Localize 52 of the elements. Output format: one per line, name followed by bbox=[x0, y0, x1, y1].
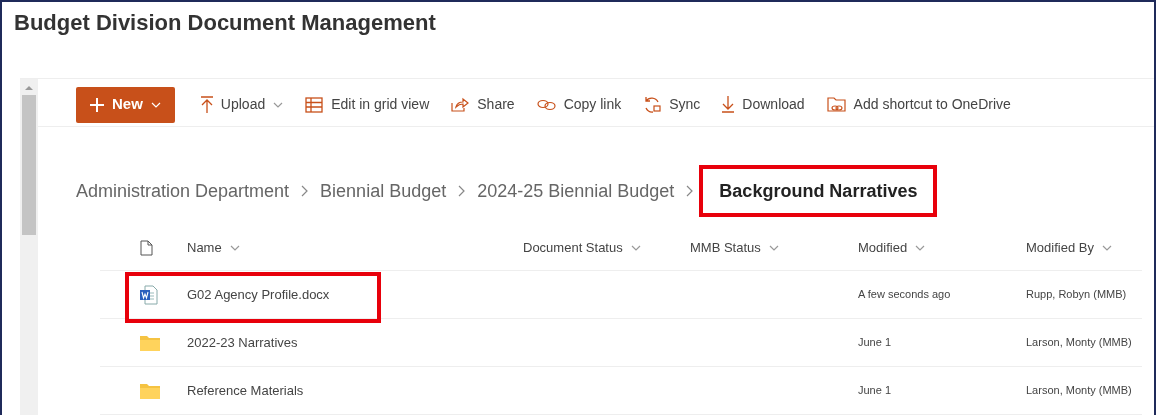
file-type-icon bbox=[140, 239, 153, 256]
breadcrumb-link[interactable]: Biennial Budget bbox=[320, 177, 447, 205]
folder-link-icon bbox=[826, 96, 846, 113]
scrollbar[interactable] bbox=[20, 79, 38, 415]
caret-icon bbox=[150, 101, 161, 108]
toolbar-button[interactable]: Edit in grid view bbox=[305, 86, 430, 123]
caret-icon bbox=[1101, 244, 1112, 251]
toolbar-button[interactable]: Upload bbox=[200, 86, 284, 123]
download-icon bbox=[722, 96, 735, 113]
toolbar-button[interactable]: Sync bbox=[643, 86, 701, 123]
sync-icon bbox=[643, 95, 662, 114]
folder-icon bbox=[140, 334, 160, 351]
file-name[interactable]: G02 Agency Profile.docx bbox=[187, 284, 330, 305]
toolbar-button[interactable]: Download bbox=[722, 86, 805, 123]
breadcrumb-link[interactable]: Administration Department bbox=[76, 177, 290, 205]
word-document-icon bbox=[140, 284, 158, 305]
table-cell-text: A few seconds ago bbox=[858, 287, 951, 303]
chevron-icon bbox=[301, 185, 309, 197]
plus-icon bbox=[90, 97, 104, 112]
link-icon bbox=[536, 98, 556, 111]
table-cell-text: June 1 bbox=[858, 383, 892, 399]
table-cell-text: Rupp, Robyn (MMB) bbox=[1026, 287, 1127, 303]
grid-icon bbox=[305, 96, 324, 113]
table-cell-text: Larson, Monty (MMB) bbox=[1026, 335, 1132, 351]
caret-icon bbox=[630, 244, 641, 251]
share-icon bbox=[451, 97, 470, 112]
upload-icon bbox=[200, 96, 213, 113]
chevron-icon bbox=[686, 185, 694, 197]
caret-icon bbox=[768, 244, 779, 251]
column-header[interactable]: Modified bbox=[858, 237, 926, 258]
table-cell-text: June 1 bbox=[858, 335, 892, 351]
folder-icon bbox=[140, 382, 160, 399]
folder-name[interactable]: Reference Materials bbox=[187, 380, 304, 401]
breadcrumb-current: Background Narratives bbox=[719, 179, 918, 203]
scroll-up-icon[interactable] bbox=[25, 85, 33, 91]
toolbar-button[interactable]: Share bbox=[451, 86, 515, 123]
new-button[interactable]: New bbox=[76, 86, 175, 123]
chevron-icon bbox=[458, 185, 466, 197]
column-header[interactable]: Modified By bbox=[1026, 237, 1112, 258]
folder-name[interactable]: 2022-23 Narratives bbox=[187, 332, 298, 353]
caret-icon bbox=[273, 101, 284, 108]
toolbar-button[interactable]: Copy link bbox=[536, 86, 622, 123]
column-header[interactable]: Document Status bbox=[523, 237, 641, 258]
caret-icon bbox=[915, 244, 926, 251]
table-cell-text: Larson, Monty (MMB) bbox=[1026, 383, 1132, 399]
breadcrumb-link[interactable]: 2024-25 Biennial Budget bbox=[477, 177, 675, 205]
page-title: Budget Division Document Management bbox=[14, 10, 436, 35]
scroll-thumb[interactable] bbox=[22, 95, 36, 235]
toolbar-button[interactable]: Add shortcut to OneDrive bbox=[826, 86, 1011, 123]
caret-icon bbox=[229, 244, 240, 251]
column-header[interactable]: MMB Status bbox=[690, 237, 779, 258]
column-header[interactable]: Name bbox=[187, 237, 240, 258]
